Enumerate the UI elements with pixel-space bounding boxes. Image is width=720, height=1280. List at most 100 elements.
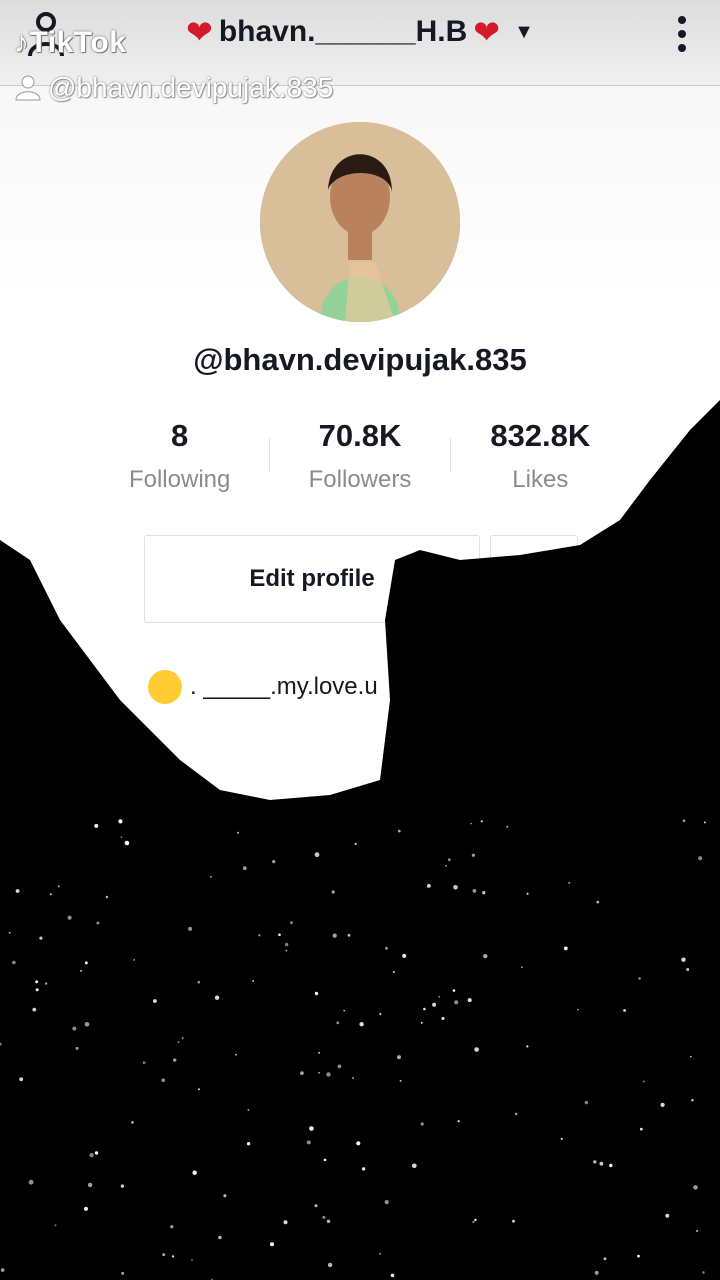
likes-stat[interactable]: 832.8K Likes bbox=[451, 410, 630, 500]
star-dot bbox=[246, 1142, 251, 1146]
star-dot bbox=[44, 982, 48, 985]
star-dot bbox=[599, 1161, 604, 1166]
account-title: bhavn.______H.B bbox=[218, 15, 468, 48]
star-dot bbox=[515, 1112, 518, 1116]
star-dot bbox=[420, 1022, 423, 1024]
star-dot bbox=[693, 1185, 698, 1190]
star-dot bbox=[337, 1064, 342, 1069]
star-dot bbox=[452, 989, 456, 992]
star-dot bbox=[322, 1215, 326, 1219]
star-dot bbox=[57, 885, 60, 888]
star-dot bbox=[278, 933, 281, 937]
star-dot bbox=[638, 977, 641, 980]
star-dot bbox=[177, 1041, 180, 1044]
star-dot bbox=[399, 1079, 402, 1082]
bookmark-icon bbox=[520, 560, 548, 597]
user-icon bbox=[15, 75, 41, 101]
star-dot bbox=[698, 856, 703, 861]
star-dot bbox=[75, 1046, 79, 1050]
star-dot bbox=[223, 1194, 227, 1198]
star-dot bbox=[314, 991, 319, 996]
star-dot bbox=[15, 889, 20, 893]
star-dot bbox=[188, 926, 193, 931]
star-dot bbox=[252, 980, 255, 982]
star-dot bbox=[609, 1163, 613, 1168]
account-switcher[interactable]: ❤ bhavn.______H.B ❤ ▼ bbox=[186, 10, 534, 54]
star-dot bbox=[471, 853, 475, 857]
star-dot bbox=[35, 980, 39, 984]
star-dot bbox=[331, 890, 335, 894]
more-vertical-icon[interactable] bbox=[674, 13, 690, 53]
star-dot bbox=[427, 884, 431, 888]
star-dot bbox=[691, 1098, 694, 1102]
star-dot bbox=[318, 1052, 320, 1054]
star-dot bbox=[472, 889, 477, 893]
star-dot bbox=[560, 1137, 563, 1140]
following-stat[interactable]: 8 Following bbox=[90, 410, 269, 500]
star-dot bbox=[218, 1235, 222, 1240]
star-dot bbox=[133, 959, 135, 961]
star-dot bbox=[284, 942, 289, 947]
followers-stat[interactable]: 70.8K Followers bbox=[270, 410, 449, 500]
star-dot bbox=[660, 1102, 665, 1107]
stats-row: 8 Following 70.8K Followers 832.8K Likes bbox=[90, 410, 630, 500]
star-dot bbox=[170, 1225, 174, 1229]
caret-down-icon: ▼ bbox=[514, 20, 534, 43]
star-dot bbox=[181, 1037, 184, 1039]
star-dot bbox=[526, 1045, 529, 1048]
star-dot bbox=[637, 1254, 640, 1258]
star-dot bbox=[354, 842, 357, 846]
username: @bhavn.devipujak.835 bbox=[193, 342, 527, 377]
star-dot bbox=[105, 895, 109, 899]
star-dot bbox=[209, 875, 212, 878]
star-dot bbox=[412, 1163, 417, 1169]
star-dot bbox=[54, 1224, 57, 1227]
star-dot bbox=[432, 1002, 437, 1007]
star-dot bbox=[470, 822, 473, 825]
star-dot bbox=[242, 866, 247, 871]
star-dot bbox=[681, 957, 686, 962]
star-dot bbox=[306, 1140, 311, 1145]
star-dot bbox=[563, 946, 568, 951]
star-dot bbox=[314, 1204, 318, 1208]
star-dot bbox=[379, 1252, 382, 1255]
bookmark-button[interactable] bbox=[490, 535, 578, 623]
star-dot bbox=[521, 966, 523, 968]
edit-profile-button[interactable]: Edit profile bbox=[144, 535, 480, 623]
star-dot bbox=[361, 1167, 366, 1171]
star-dot bbox=[593, 1160, 597, 1164]
star-dot bbox=[153, 999, 157, 1003]
star-dot bbox=[483, 954, 488, 959]
star-dot bbox=[285, 949, 288, 952]
star-dot bbox=[454, 1000, 459, 1005]
star-dot bbox=[332, 933, 337, 938]
star-dot bbox=[474, 1218, 477, 1222]
star-dot bbox=[343, 1009, 346, 1012]
star-dot bbox=[120, 1184, 125, 1188]
star-dot bbox=[584, 1100, 589, 1105]
star-dot bbox=[689, 1055, 692, 1058]
star-dot bbox=[173, 1058, 177, 1062]
watermark-handle: @bhavn.devipujak.835 bbox=[14, 72, 333, 104]
star-dot bbox=[192, 1170, 197, 1175]
tiktok-watermark-logo: ♪TikTok bbox=[14, 26, 127, 59]
star-dot bbox=[402, 953, 407, 959]
star-dot bbox=[67, 915, 72, 920]
star-dot bbox=[270, 1242, 274, 1247]
star-dot bbox=[237, 831, 239, 834]
star-dot bbox=[235, 1053, 237, 1056]
profile-page: ❤ bhavn.______H.B ❤ ▼ ♪TikTok @bhavn.dev… bbox=[0, 0, 720, 1280]
star-dot bbox=[0, 1042, 2, 1046]
avatar[interactable] bbox=[260, 122, 460, 322]
star-dot bbox=[35, 988, 39, 992]
star-dot bbox=[506, 825, 509, 828]
star-dot bbox=[161, 1078, 165, 1082]
star-dot bbox=[457, 1120, 460, 1123]
star-dot bbox=[453, 885, 458, 890]
star-dot bbox=[703, 821, 706, 824]
hearts-emoji-icon: ❤ bbox=[186, 14, 213, 50]
star-dot bbox=[80, 969, 83, 972]
star-dot bbox=[94, 823, 99, 828]
star-dot bbox=[118, 819, 123, 824]
star-dot bbox=[623, 1009, 626, 1012]
